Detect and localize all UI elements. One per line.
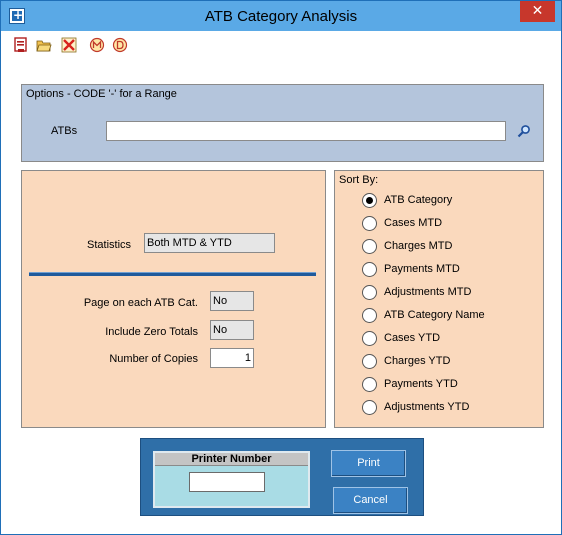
- atbs-label: ATBs: [51, 125, 78, 137]
- include-zero-field[interactable]: No: [210, 320, 254, 340]
- search-icon[interactable]: [517, 124, 531, 138]
- open-folder-icon[interactable]: [36, 37, 52, 53]
- page-on-each-label: Page on each ATB Cat.: [83, 297, 198, 309]
- sort-option-label: Payments MTD: [384, 263, 460, 275]
- sort-option-label: Payments YTD: [384, 378, 458, 390]
- options-caption: Options - CODE '-' for a Range: [26, 88, 177, 100]
- sort-option-label: Charges MTD: [384, 240, 453, 252]
- radio-icon[interactable]: [362, 285, 377, 300]
- include-zero-label: Include Zero Totals: [105, 326, 198, 338]
- sort-option-label: ATB Category Name: [384, 309, 485, 321]
- sort-option-label: Cases YTD: [384, 332, 441, 344]
- printer-number-input[interactable]: [189, 472, 265, 492]
- radio-icon[interactable]: [362, 331, 377, 346]
- atbs-input[interactable]: [106, 121, 506, 141]
- m-circle-icon[interactable]: [89, 37, 105, 53]
- radio-icon[interactable]: [362, 262, 377, 277]
- radio-icon[interactable]: [362, 239, 377, 254]
- print-button[interactable]: Print: [331, 450, 406, 477]
- radio-icon[interactable]: [362, 216, 377, 231]
- radio-icon[interactable]: [362, 377, 377, 392]
- title-bar[interactable]: ATB Category Analysis ✕: [1, 1, 561, 31]
- cancel-button[interactable]: Cancel: [333, 487, 408, 514]
- radio-icon[interactable]: [362, 308, 377, 323]
- printer-number-box: Printer Number: [153, 451, 310, 508]
- printer-number-title: Printer Number: [155, 453, 308, 466]
- radio-icon[interactable]: [362, 400, 377, 415]
- report-options-panel: Statistics Both MTD & YTD Page on each A…: [21, 170, 326, 428]
- print-area: Printer Number Print Cancel: [140, 438, 424, 516]
- save-report-icon[interactable]: [13, 37, 29, 53]
- sort-option-label: Charges YTD: [384, 355, 451, 367]
- page-on-each-field[interactable]: No: [210, 291, 254, 311]
- sort-option-label: Cases MTD: [384, 217, 443, 229]
- radio-selected-icon[interactable]: [362, 193, 377, 208]
- sort-by-panel: Sort By: ATB Category Cases MTD Charges …: [334, 170, 544, 428]
- dialog-window: ATB Category Analysis ✕ Options - CODE '…: [0, 0, 562, 535]
- window-title: ATB Category Analysis: [204, 8, 358, 25]
- copies-field[interactable]: 1: [210, 348, 254, 368]
- copies-label: Number of Copies: [109, 353, 198, 365]
- sort-option-label: ATB Category: [384, 194, 453, 206]
- statistics-label: Statistics: [87, 239, 132, 251]
- sort-option-label: Adjustments YTD: [384, 401, 470, 413]
- sort-by-caption: Sort By:: [339, 174, 379, 186]
- close-window-button[interactable]: ✕: [520, 1, 555, 22]
- statistics-field[interactable]: Both MTD & YTD: [144, 233, 275, 253]
- radio-icon[interactable]: [362, 354, 377, 369]
- options-panel: Options - CODE '-' for a Range ATBs: [21, 84, 544, 162]
- close-red-x-icon[interactable]: [61, 37, 77, 53]
- toolbar: [1, 31, 561, 59]
- sort-option-label: Adjustments MTD: [384, 286, 472, 298]
- section-divider: [29, 272, 316, 276]
- d-circle-icon[interactable]: [112, 37, 128, 53]
